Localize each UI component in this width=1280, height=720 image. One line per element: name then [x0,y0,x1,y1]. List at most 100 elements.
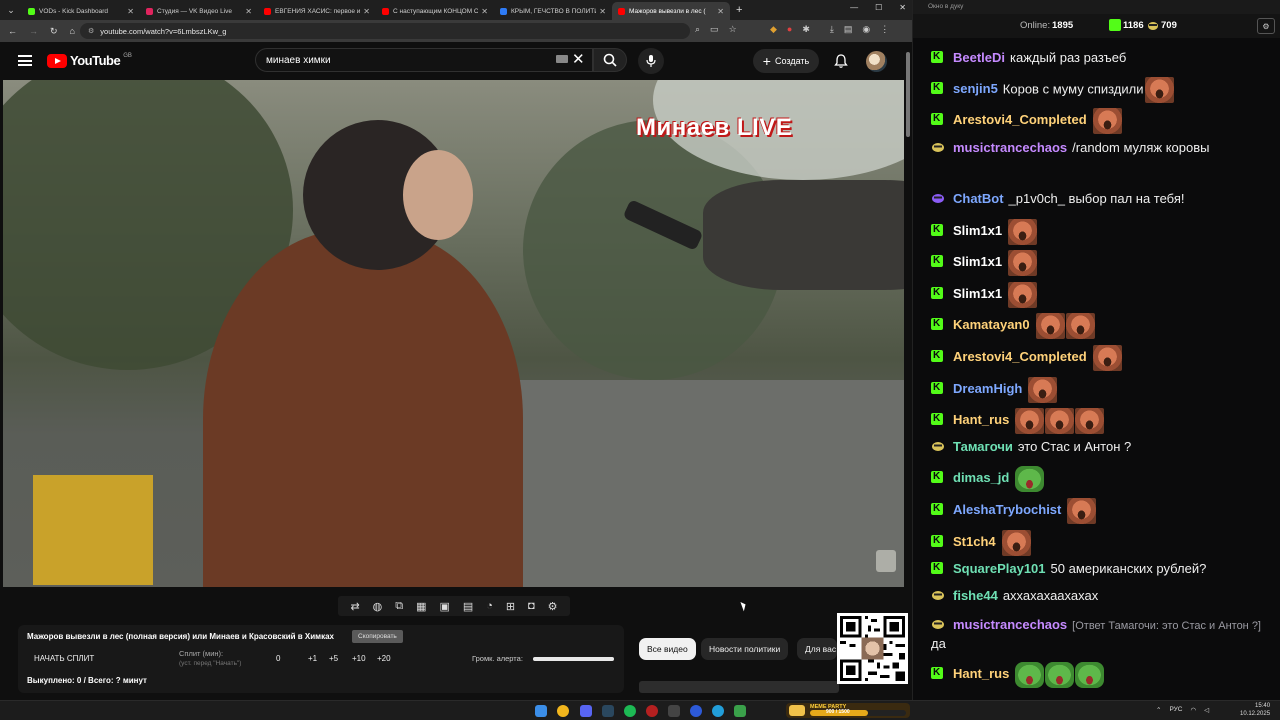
split-plus-20-button[interactable]: +20 [377,654,391,663]
search-input[interactable]: минаев химки [255,48,593,72]
explorer-icon[interactable] [734,705,746,717]
extension-red-icon[interactable]: ● [787,24,792,35]
tab-close-icon[interactable]: ✕ [717,7,724,16]
keyboard-icon[interactable] [556,55,568,63]
discord-icon[interactable] [580,705,592,717]
browser-tab[interactable]: Мажоров вывезли в лес (✕ [612,2,730,20]
screenshot-icon[interactable]: ◘ [528,600,535,612]
chip-for-you[interactable]: Для вас [797,638,837,660]
chat-username[interactable]: Kamatayan0 [953,317,1030,332]
chat-username[interactable]: Hant_rus [953,666,1009,681]
frame-icon[interactable]: ▣ [439,600,449,613]
recommended-thumbnail[interactable] [639,681,839,693]
chat-username[interactable]: St1ch4 [953,534,996,549]
tab-close-icon[interactable]: ✕ [599,7,606,16]
page-scrollbar[interactable] [904,42,912,687]
chat-username[interactable]: musictrancechaos [953,617,1067,632]
chat-username[interactable]: Hant_rus [953,412,1009,427]
youtube-logo[interactable]: YouTube GB [47,53,132,68]
volume-icon[interactable]: ◁ [1204,706,1209,714]
maximize-icon[interactable]: ☐ [875,3,882,12]
chat-settings-icon[interactable]: ⚙ [1257,18,1275,34]
browser-tab[interactable]: VODs - Kick Dashboard ✕ [22,2,140,20]
screen-record-icon[interactable]: ⧉ [395,600,403,613]
steam-icon[interactable] [602,705,614,717]
extension-puzzle-icon[interactable]: ✱ [802,24,810,35]
extension-icon[interactable]: ◆ [770,24,777,35]
audio-icon[interactable]: ◍ [373,600,383,613]
zoom-icon[interactable]: ⌕ [695,24,700,35]
browser-tab[interactable]: КРЫМ, ГЕЧСТВО В ПОЛИТИКЕ✕ [494,2,612,20]
chrome-icon[interactable] [557,705,569,717]
chat-username[interactable]: SquarePlay101 [953,561,1046,576]
speed-icon[interactable]: ◔ [486,600,493,612]
chat-username[interactable]: Slim1x1 [953,286,1002,301]
history-icon[interactable]: ▤ [844,24,853,35]
clapper-icon[interactable]: ▦ [416,600,426,613]
new-tab-button[interactable]: + [736,4,742,16]
filmstrip-icon[interactable]: ▤ [463,600,473,613]
minimize-icon[interactable]: — [850,3,858,12]
clear-search-icon[interactable]: ✕ [572,50,585,68]
add-clip-icon[interactable]: ⊞ [506,600,515,613]
create-button[interactable]: + Создать [753,49,819,73]
chat-username[interactable]: Arestovi4_Completed [953,349,1087,364]
page-scrollbar-thumb[interactable] [906,52,910,137]
back-icon[interactable]: ← [8,26,17,36]
chat-username[interactable]: AleshaTrybochist [953,502,1061,517]
voice-search-button[interactable] [638,48,664,74]
reload-icon[interactable]: ↻ [50,26,58,37]
close-window-icon[interactable]: ✕ [899,3,906,12]
site-info-icon[interactable]: ⚙ [88,27,94,35]
tab-close-icon[interactable]: ✕ [127,7,134,16]
settings-gear-icon[interactable]: ⚙ [548,600,558,613]
app-icon[interactable] [668,705,680,717]
profile-icon[interactable]: ◉ [862,24,870,35]
chat-username[interactable]: BeetleDi [953,50,1005,65]
chat-username[interactable]: musictrancechaos [953,140,1067,155]
tab-close-icon[interactable]: ✕ [245,7,252,16]
video-player[interactable]: Минаев LIVE [3,80,904,587]
chip-politics-news[interactable]: Новости политики [701,638,789,660]
tab-search-icon[interactable]: ⌄ [0,0,22,20]
chat-username[interactable]: ChatBot [953,191,1004,206]
wifi-icon[interactable]: ◠ [1190,706,1196,714]
address-bar[interactable]: ⚙ youtube.com/watch?v=6LmbszLKw_g [80,23,690,39]
browser-tab[interactable]: Студия — VK Видео Live ✕ [140,2,258,20]
chat-username[interactable]: Slim1x1 [953,254,1002,269]
alert-volume-slider[interactable] [533,657,614,661]
chat-username[interactable]: senjin5 [953,81,998,96]
forward-icon[interactable]: → [29,26,38,36]
tray-lang[interactable]: РУС [1169,706,1182,714]
copy-button[interactable]: Скопировать [352,630,403,643]
account-avatar[interactable] [866,51,887,72]
cast-icon[interactable]: ▭ [710,24,719,35]
home-icon[interactable]: ⌂ [70,26,75,36]
split-plus-10-button[interactable]: +10 [352,654,366,663]
notifications-bell-icon[interactable] [833,53,849,69]
chat-username[interactable]: Slim1x1 [953,223,1002,238]
chat-username[interactable]: Arestovi4_Completed [953,112,1087,127]
clock[interactable]: 15:40 10.12.2025 [1240,702,1270,718]
bookmark-star-icon[interactable]: ☆ [729,24,737,35]
tray-arrow-icon[interactable]: ⌃ [1156,706,1161,714]
obs-icon[interactable] [646,705,658,717]
start-icon[interactable] [535,705,547,717]
browser-tab[interactable]: ЕВГЕНИЯ ХАСИС: первое инте✕ [258,2,376,20]
telegram-icon[interactable] [712,705,724,717]
chat-username[interactable]: DreamHigh [953,381,1022,396]
browser-tab[interactable]: С наступающим КОНЦОМ СВ ✕ [376,2,494,20]
chat-username[interactable]: dimas_jd [953,470,1009,485]
chat-username[interactable]: Тамагочи [953,439,1013,454]
spotify-icon[interactable] [624,705,636,717]
menu-dots-icon[interactable]: ⋮ [880,24,889,35]
tab-close-icon[interactable]: ✕ [363,7,370,16]
start-split-button[interactable]: НАЧАТЬ СПЛИТ [34,654,94,663]
chat-username[interactable]: fishe44 [953,588,998,603]
chip-all-videos[interactable]: Все видео [639,638,696,660]
player-icon[interactable] [690,705,702,717]
split-plus-1-button[interactable]: +1 [308,654,317,663]
menu-icon[interactable] [18,55,32,66]
download-icon[interactable]: ⤓ [830,24,834,35]
split-plus-5-button[interactable]: +5 [329,654,338,663]
